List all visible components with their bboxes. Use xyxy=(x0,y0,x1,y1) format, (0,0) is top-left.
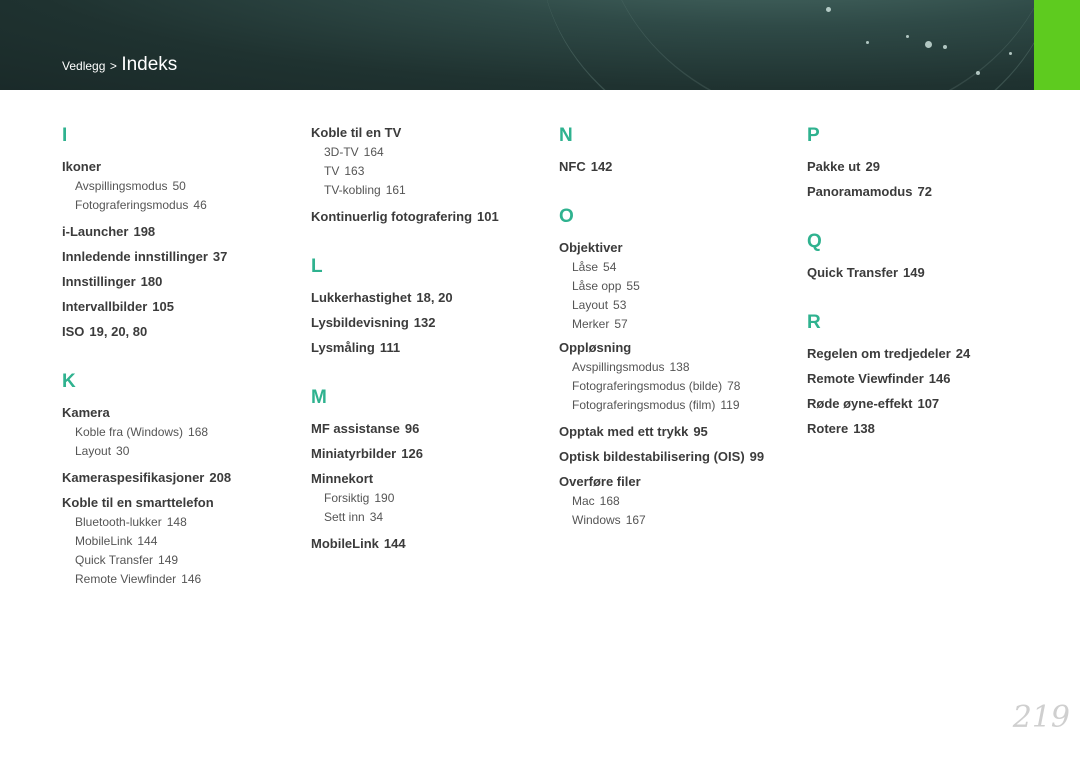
sparkle-icon xyxy=(925,41,932,48)
breadcrumb-current: Indeks xyxy=(121,54,178,75)
index-letter-k: K xyxy=(62,371,76,392)
index-term: Koble til en TV xyxy=(311,125,402,140)
index-letter-n: N xyxy=(559,125,573,146)
sparkle-icon xyxy=(1009,52,1012,55)
index-sub-entry[interactable]: Avspillingsmodus 50 xyxy=(62,177,302,196)
sub-entry-list: Mac 168 Windows 167 xyxy=(559,492,799,530)
index-sub-entry[interactable]: Låse 54 xyxy=(559,258,799,277)
index-sub-entry[interactable]: Avspillingsmodus 138 xyxy=(559,358,799,377)
index-letter-m: M xyxy=(311,387,327,408)
index-entry[interactable]: Quick Transfer 149 xyxy=(807,260,1047,285)
index-entry[interactable]: Opptak med ett trykk 95 xyxy=(559,419,799,444)
index-column-1: I Ikoner Avspillingsmodus 50 Fotograferin… xyxy=(62,118,302,593)
index-sub-entry[interactable]: Quick Transfer 149 xyxy=(62,551,302,570)
sub-entry-list: Koble fra (Windows) 168 Layout 30 xyxy=(62,423,302,461)
index-entry[interactable]: Remote Viewfinder 146 xyxy=(807,366,1047,391)
breadcrumb: Vedlegg > Indeks xyxy=(62,54,177,76)
index-entry[interactable]: Kameraspesifikasjoner 208 xyxy=(62,465,302,490)
index-entry[interactable]: Røde øyne-effekt 107 xyxy=(807,391,1047,416)
index-entry[interactable]: Pakke ut 29 xyxy=(807,154,1047,179)
index-entry[interactable]: ISO 19, 20, 80 xyxy=(62,319,302,344)
index-term: Koble til en smarttelefon xyxy=(62,495,214,510)
index-term: Overføre filer xyxy=(559,474,641,489)
index-sub-entry[interactable]: Koble fra (Windows) 168 xyxy=(62,423,302,442)
index-entry[interactable]: NFC 142 xyxy=(559,154,799,179)
index-sub-entry[interactable]: Sett inn 34 xyxy=(311,508,551,527)
index-sub-entry[interactable]: Forsiktig 190 xyxy=(311,489,551,508)
index-sub-entry[interactable]: Fotograferingsmodus 46 xyxy=(62,196,302,215)
index-term: Ikoner xyxy=(62,159,102,174)
index-column-4: P Pakke ut 29 Panoramamodus 72 Q Quick Tra… xyxy=(807,118,1047,441)
index-sub-entry[interactable]: Bluetooth-lukker 148 xyxy=(62,513,302,532)
index-letter-o: O xyxy=(559,206,574,227)
index-letter-p: P xyxy=(807,125,820,146)
index-sub-entry[interactable]: Windows 167 xyxy=(559,511,799,530)
index-term: Kamera xyxy=(62,405,110,420)
index-letter-r: R xyxy=(807,312,821,333)
index-column-2: Koble til en TV 3D-TV 164 TV 163 TV-koblin… xyxy=(311,118,551,556)
index-term: Minnekort xyxy=(311,471,374,486)
breadcrumb-parent[interactable]: Vedlegg xyxy=(62,59,105,73)
index-entry[interactable]: Innledende innstillinger 37 xyxy=(62,244,302,269)
index-sub-entry[interactable]: 3D-TV 164 xyxy=(311,143,551,162)
index-sub-entry[interactable]: Remote Viewfinder 146 xyxy=(62,570,302,589)
index-entry[interactable]: Lysbildevisning 132 xyxy=(311,310,551,335)
index-entry[interactable]: Lysmåling 111 xyxy=(311,335,551,360)
sparkle-icon xyxy=(826,7,831,12)
sub-entry-list: Bluetooth-lukker 148 MobileLink 144 Quick … xyxy=(62,513,302,589)
sub-entry-list: 3D-TV 164 TV 163 TV-kobling 161 xyxy=(311,143,551,200)
index-entry[interactable]: Regelen om tredjedeler 24 xyxy=(807,341,1047,366)
index-letter-i: I xyxy=(62,125,68,146)
sparkle-icon xyxy=(906,35,909,38)
index-sub-entry[interactable]: TV-kobling 161 xyxy=(311,181,551,200)
index-entry[interactable]: Intervallbilder 105 xyxy=(62,294,302,319)
index-sub-entry[interactable]: Mac 168 xyxy=(559,492,799,511)
index-entry[interactable]: MF assistanse 96 xyxy=(311,416,551,441)
index-entry[interactable]: Optisk bildestabilisering (OIS) 99 xyxy=(559,444,799,469)
index-entry[interactable]: i-Launcher 198 xyxy=(62,219,302,244)
sparkle-icon xyxy=(943,45,947,49)
sub-entry-list: Forsiktig 190 Sett inn 34 xyxy=(311,489,551,527)
index-sub-entry[interactable]: Fotograferingsmodus (film) 119 xyxy=(559,396,799,415)
index-sub-entry[interactable]: Låse opp 55 xyxy=(559,277,799,296)
index-entry[interactable]: Panoramamodus 72 xyxy=(807,179,1047,204)
index-letter-q: Q xyxy=(807,231,822,252)
index-entry[interactable]: Rotere 138 xyxy=(807,416,1047,441)
sub-entry-list: Avspillingsmodus 50 Fotograferingsmodus 46 xyxy=(62,177,302,215)
sub-entry-list: Låse 54 Låse opp 55 Layout 53 Merker 57 xyxy=(559,258,799,334)
index-sub-entry[interactable]: Layout 30 xyxy=(62,442,302,461)
sub-entry-list: Avspillingsmodus 138 Fotograferingsmodus … xyxy=(559,358,799,415)
index-sub-entry[interactable]: Merker 57 xyxy=(559,315,799,334)
sparkle-icon xyxy=(976,71,980,75)
index-entry[interactable]: Miniatyrbilder 126 xyxy=(311,441,551,466)
index-entry[interactable]: Lukkerhastighet 18, 20 xyxy=(311,285,551,310)
page-number: 219 xyxy=(1012,700,1070,735)
index-sub-entry[interactable]: Layout 53 xyxy=(559,296,799,315)
index-sub-entry[interactable]: Fotograferingsmodus (bilde) 78 xyxy=(559,377,799,396)
index-term: Oppløsning xyxy=(559,340,632,355)
sparkle-icon xyxy=(866,41,869,44)
page-header: Vedlegg > Indeks xyxy=(0,0,1080,90)
index-sub-entry[interactable]: TV 163 xyxy=(311,162,551,181)
index-column-3: N NFC 142 O Objektiver Låse 54 Låse opp 55 … xyxy=(559,118,799,534)
index-entry[interactable]: MobileLink 144 xyxy=(311,531,551,556)
index-term: Objektiver xyxy=(559,240,623,255)
index-entry[interactable]: Kontinuerlig fotografering 101 xyxy=(311,204,551,229)
index-sub-entry[interactable]: MobileLink 144 xyxy=(62,532,302,551)
accent-bar xyxy=(1034,0,1080,90)
index-letter-l: L xyxy=(311,256,323,277)
index-entry[interactable]: Innstillinger 180 xyxy=(62,269,302,294)
breadcrumb-separator: > xyxy=(109,59,117,73)
